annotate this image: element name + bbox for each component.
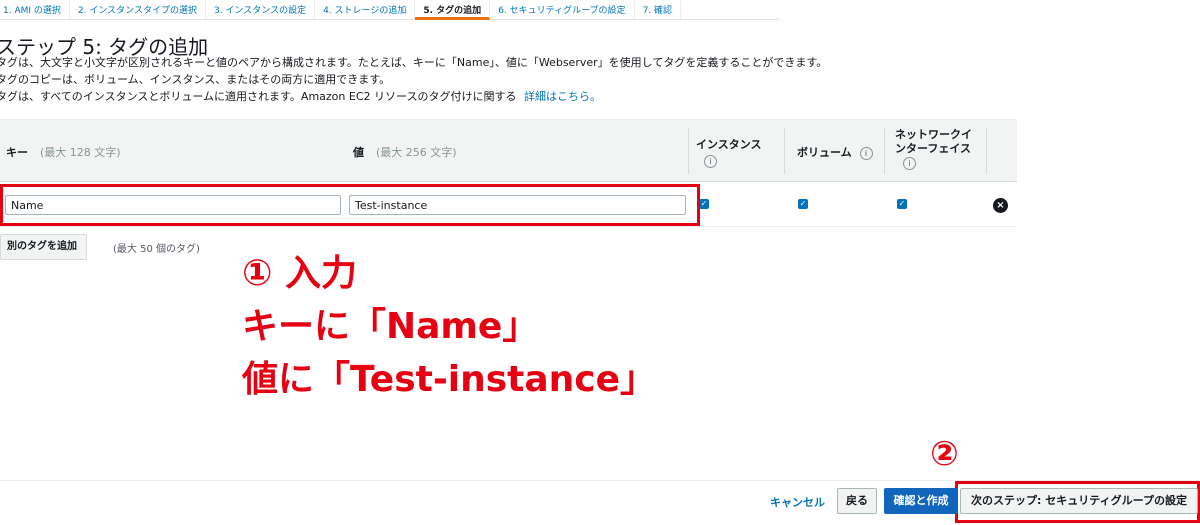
tags-table-header: キー (最大 128 文字) 値 (最大 256 文字) インスタンス i ボリュー… <box>0 119 1017 182</box>
volume-header-label: ボリューム <box>797 146 852 159</box>
back-button[interactable]: 戻る <box>837 488 877 514</box>
review-and-launch-button[interactable]: 確認と作成 <box>884 488 958 514</box>
column-divider <box>784 128 785 174</box>
eni-column-header: ネットワークイ ンターフェイス i <box>895 128 985 170</box>
step-choose-instance-type[interactable]: 2. インスタンスタイプの選択 <box>70 0 206 20</box>
instance-info-icon[interactable]: i <box>704 155 717 168</box>
wizard-steps: 1. AMI の選択 2. インスタンスタイプの選択 3. インスタンスの設定 … <box>0 0 780 20</box>
volume-column-header: ボリューム i <box>797 144 873 160</box>
details-link[interactable]: 詳細はこちら。 <box>524 90 601 103</box>
key-column-header: キー (最大 128 文字) <box>6 144 121 160</box>
instance-checkbox[interactable]: ✓ <box>699 199 709 209</box>
step-add-tags[interactable]: 5. タグの追加 <box>415 0 491 20</box>
remove-tag-icon[interactable]: × <box>993 198 1008 213</box>
step-configure-instance[interactable]: 3. インスタンスの設定 <box>206 0 316 20</box>
value-header-label: 値 <box>353 146 364 159</box>
instance-column-header: インスタンス i <box>696 136 776 168</box>
eni-checkbox[interactable]: ✓ <box>897 199 907 209</box>
eni-header-line-2: ンターフェイス <box>895 142 972 155</box>
step-choose-ami[interactable]: 1. AMI の選択 <box>0 0 70 20</box>
footer-divider <box>0 480 1200 481</box>
annotation-line-1: ① 入力 <box>242 253 358 294</box>
step-review[interactable]: 7. 確認 <box>635 0 682 20</box>
cancel-link[interactable]: キャンセル <box>770 494 825 510</box>
annotation-line-2: キーに「Name」 <box>242 306 539 347</box>
annotation-line-3: 値に「Test-instance」 <box>242 359 657 400</box>
step-security-group[interactable]: 6. セキュリティグループの設定 <box>490 0 635 20</box>
description-line-3-text: タグは、すべてのインスタンスとボリュームに適用されます。Amazon EC2 リ… <box>0 90 517 103</box>
add-tag-hint: (最大 50 個のタグ) <box>113 244 200 255</box>
column-divider <box>884 128 885 174</box>
value-header-hint: (最大 256 文字) <box>376 146 457 159</box>
add-tag-button[interactable]: 別のタグを追加 <box>0 234 87 260</box>
value-column-header: 値 (最大 256 文字) <box>353 144 457 160</box>
description-line-2: タグのコピーは、ボリューム、インスタンス、またはその両方に適用できます。 <box>0 73 391 86</box>
volume-checkbox[interactable]: ✓ <box>798 199 808 209</box>
instance-header-label: インスタンス <box>696 138 762 151</box>
column-divider <box>986 128 987 174</box>
key-header-hint: (最大 128 文字) <box>40 146 121 159</box>
key-header-label: キー <box>6 146 28 159</box>
annotation-marker-2: ② <box>930 434 959 474</box>
step-add-storage[interactable]: 4. ストレージの追加 <box>315 0 416 20</box>
column-divider <box>688 128 689 174</box>
eni-info-icon[interactable]: i <box>903 157 916 170</box>
eni-header-line-1: ネットワークイ <box>895 128 972 141</box>
volume-info-icon[interactable]: i <box>859 147 873 160</box>
next-security-group-button[interactable]: 次のステップ: セキュリティグループの設定 <box>960 488 1198 514</box>
annotation-highlight-inputs <box>0 184 700 226</box>
description-line-3: タグは、すべてのインスタンスとボリュームに適用されます。Amazon EC2 リ… <box>0 88 601 104</box>
description-line-1: タグは、大文字と小文字が区別されるキーと値のペアから構成されます。たとえば、キー… <box>0 56 828 69</box>
